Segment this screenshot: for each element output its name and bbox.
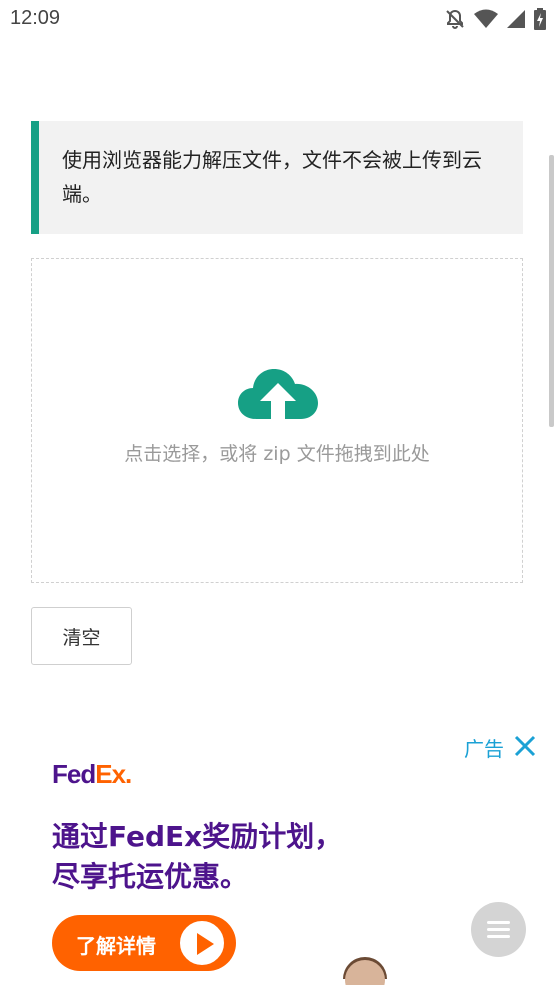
status-time: 12:09 xyxy=(10,7,61,29)
clear-button[interactable]: 清空 xyxy=(31,607,132,665)
cloud-upload-icon xyxy=(238,369,318,419)
play-icon xyxy=(178,919,226,967)
menu-icon xyxy=(487,935,510,938)
ad-headline-line1: 通过FedEx奖励计划， xyxy=(52,820,343,853)
zip-dropzone[interactable]: 点击选择，或将 zip 文件拖拽到此处 xyxy=(31,258,523,583)
menu-icon xyxy=(487,928,510,931)
info-notice: 使用浏览器能力解压文件，文件不会被上传到云端。 xyxy=(31,121,523,234)
notice-text: 使用浏览器能力解压文件，文件不会被上传到云端。 xyxy=(62,148,482,206)
wifi-icon xyxy=(474,9,498,28)
page-scrollbar[interactable] xyxy=(549,155,554,427)
status-icons xyxy=(444,8,546,30)
battery-charging-icon xyxy=(534,8,546,30)
notifications-off-icon xyxy=(446,9,464,29)
menu-icon xyxy=(487,921,510,924)
cellular-signal-icon xyxy=(507,10,525,28)
ad-headline: 通过FedEx奖励计划， 尽享托运优惠。 xyxy=(52,817,372,897)
dropzone-label: 点击选择，或将 zip 文件拖拽到此处 xyxy=(124,443,430,465)
ad-learn-more-button[interactable]: 了解详情 xyxy=(52,915,236,971)
floating-menu-button[interactable] xyxy=(471,902,526,957)
ad-label: 广告 xyxy=(464,737,504,761)
ad-cta-label: 了解详情 xyxy=(76,934,156,958)
status-bar: 12:09 xyxy=(0,0,554,38)
fedex-logo-dot: . xyxy=(125,759,132,789)
fedex-logo-fed: Fed xyxy=(52,759,96,789)
fedex-logo-ex: Ex xyxy=(95,759,126,789)
ad-banner[interactable]: 广告 FedEx. 通过FedEx奖励计划， 尽享托运优惠。 了解详情 xyxy=(0,725,554,985)
close-icon[interactable] xyxy=(514,735,536,757)
ad-headline-line2: 尽享托运优惠。 xyxy=(52,860,249,893)
fedex-logo: FedEx. xyxy=(52,759,132,790)
